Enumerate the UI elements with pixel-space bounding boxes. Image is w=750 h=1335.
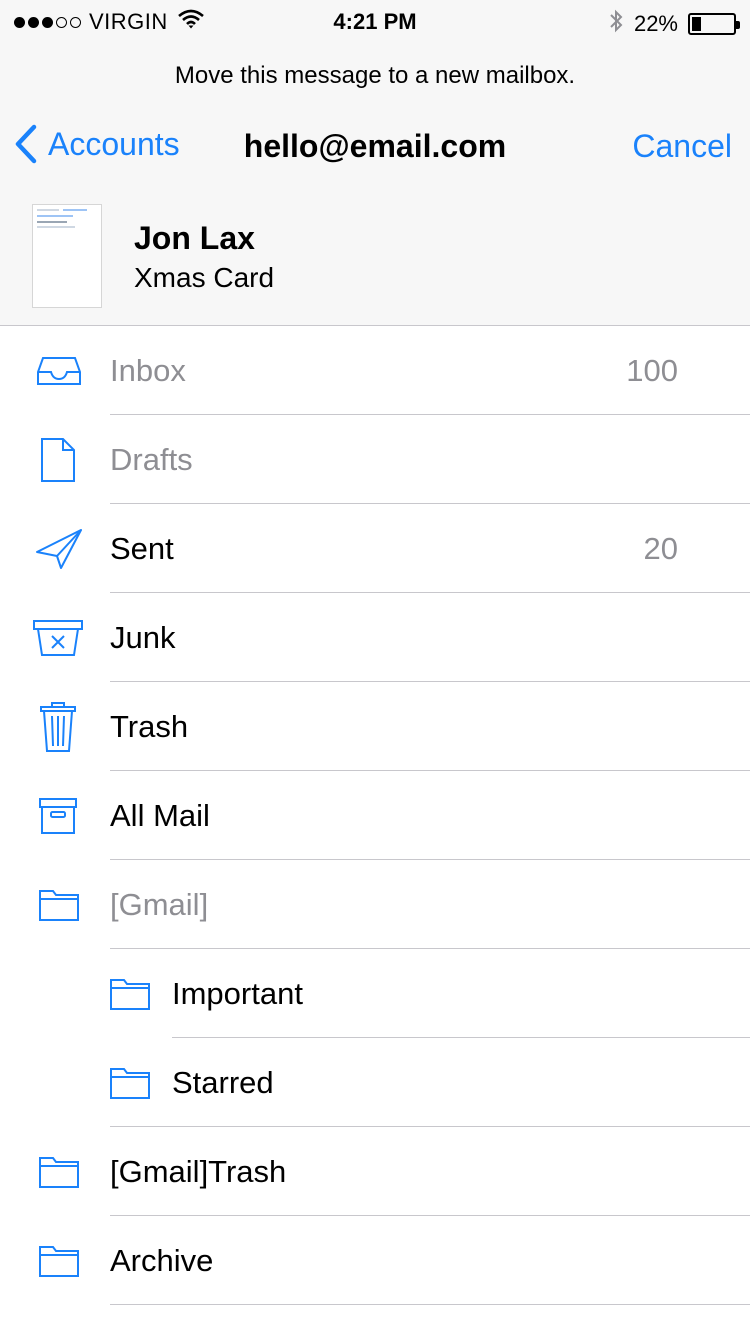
folder-icon xyxy=(109,949,151,1038)
mailbox-label: [Gmail]Trash xyxy=(110,1154,287,1189)
mailbox-row-all-mail[interactable]: All Mail xyxy=(0,771,750,860)
archive-box-icon xyxy=(38,771,78,860)
cancel-button[interactable]: Cancel xyxy=(632,128,732,165)
message-subject: Xmas Card xyxy=(134,262,275,293)
header-area: VIRGIN 4:21 PM 22% Move this message to … xyxy=(0,0,750,326)
draft-document-icon xyxy=(38,415,78,504)
battery-icon xyxy=(688,13,740,35)
mailbox-label: Archive xyxy=(110,1243,214,1278)
battery-nub xyxy=(736,21,740,29)
move-prompt: Move this message to a new mailbox. xyxy=(174,62,576,89)
folder-icon xyxy=(38,860,80,949)
folder-icon xyxy=(38,1127,80,1216)
mailbox-list: Inbox 100 Drafts Sent 20 Junk Trash All … xyxy=(0,326,750,1305)
mailbox-label: Starred xyxy=(172,1065,274,1100)
mailbox-label: Sent xyxy=(110,531,174,566)
mailbox-count: 100 xyxy=(626,353,678,388)
mailbox-label: All Mail xyxy=(110,798,210,833)
message-sender: Jon Lax xyxy=(134,220,255,256)
mailbox-row-sent[interactable]: Sent 20 xyxy=(0,504,750,593)
nav-bar: Accounts hello@email.com Cancel xyxy=(0,120,750,176)
message-thumbnail xyxy=(32,204,102,308)
mailbox-row-drafts[interactable]: Drafts xyxy=(0,415,750,504)
mailbox-row-important[interactable]: Important xyxy=(0,949,750,1038)
status-bar: VIRGIN 4:21 PM 22% xyxy=(0,0,750,40)
mailbox-label: Trash xyxy=(110,709,189,744)
mailbox-label: Important xyxy=(172,976,303,1011)
mailbox-row-trash[interactable]: Trash xyxy=(0,682,750,771)
status-right: 22% xyxy=(608,8,740,40)
mailbox-row-gmail[interactable]: [Gmail] xyxy=(0,860,750,949)
mailbox-row-inbox[interactable]: Inbox 100 xyxy=(0,326,750,415)
folder-icon xyxy=(38,1216,80,1305)
mailbox-count: 20 xyxy=(643,531,678,566)
battery-level xyxy=(692,17,701,31)
mailbox-label: [Gmail] xyxy=(110,887,209,922)
junk-bin-icon xyxy=(32,593,84,682)
mailbox-row-gmail-trash[interactable]: [Gmail]Trash xyxy=(0,1127,750,1216)
mailbox-label: Inbox xyxy=(110,353,186,388)
mailbox-label: Junk xyxy=(110,620,176,655)
mailbox-row-junk[interactable]: Junk xyxy=(0,593,750,682)
mailbox-row-starred[interactable]: Starred xyxy=(0,1038,750,1127)
row-separator xyxy=(110,1304,750,1305)
mailbox-row-archive[interactable]: Archive xyxy=(0,1216,750,1305)
bluetooth-icon xyxy=(608,8,624,40)
paper-plane-icon xyxy=(34,504,84,593)
inbox-tray-icon xyxy=(36,326,82,415)
folder-icon xyxy=(109,1038,151,1127)
trash-can-icon xyxy=(38,682,78,771)
battery-percent: 22% xyxy=(633,11,678,36)
mailbox-label: Drafts xyxy=(110,442,193,477)
